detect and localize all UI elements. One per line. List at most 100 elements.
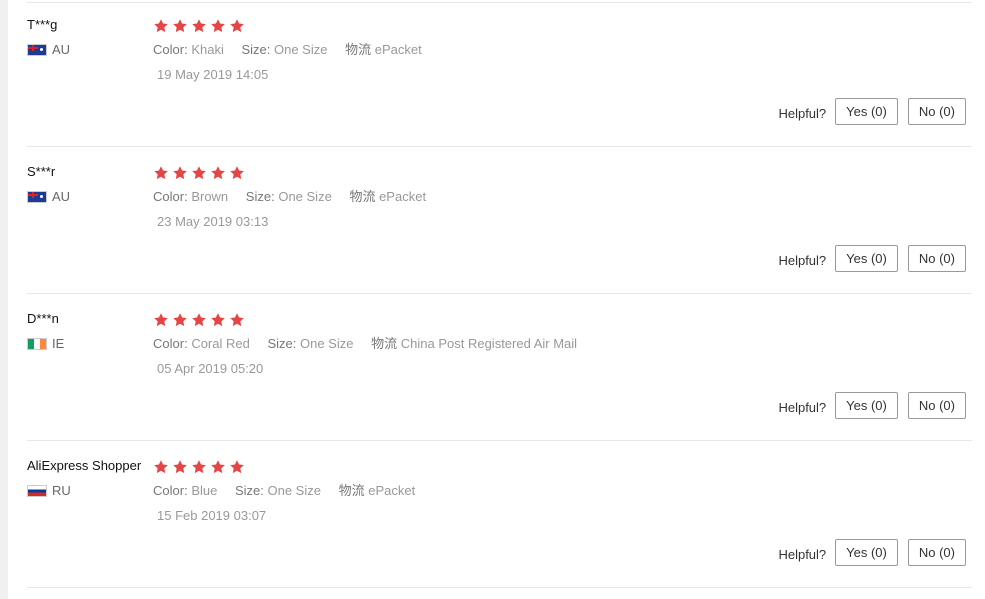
color-value: Brown: [191, 189, 229, 204]
size-key: Size:: [245, 189, 275, 204]
reviewer-country: RU: [27, 483, 152, 499]
size-key: Size:: [241, 42, 271, 57]
helpful-yes-button[interactable]: Yes (0): [835, 245, 898, 272]
review-content: Color: Khaki Size: One Size 物流 ePacket 1…: [153, 17, 953, 83]
review-item: S***r AU Color: Brown Size: One Size 物流 …: [27, 147, 972, 294]
star-icon: [229, 18, 247, 34]
helpful-no-button[interactable]: No (0): [907, 392, 966, 419]
reviewer-country: AU: [27, 42, 152, 58]
review-date: 15 Feb 2019 03:07: [157, 508, 267, 523]
review-item: T***g AU Color: Khaki Size: One Size 物流 …: [27, 0, 972, 147]
shipping-value: ePacket: [374, 42, 422, 57]
review-content: Color: Brown Size: One Size 物流 ePacket 2…: [153, 164, 953, 230]
ru-flag-icon: [27, 485, 47, 497]
reviewer-name: S***r: [27, 164, 56, 179]
star-icon: [229, 312, 247, 328]
star-icon: [210, 165, 228, 181]
helpful-controls: Helpful? Yes (0) No (0): [778, 245, 966, 272]
helpful-label: Helpful?: [778, 399, 827, 415]
color-key: Color:: [153, 336, 188, 351]
helpful-label: Helpful?: [778, 252, 827, 268]
size-key: Size:: [267, 336, 297, 351]
star-icon: [172, 165, 190, 181]
country-code: AU: [52, 189, 71, 204]
review-item: D***n IE Color: Coral Red Size: One Size…: [27, 294, 972, 441]
review-date: 05 Apr 2019 05:20: [157, 361, 264, 376]
reviewer-info: AliExpress Shopper RU: [27, 458, 152, 499]
color-key: Color:: [153, 189, 188, 204]
reviewer-info: D***n IE: [27, 311, 152, 352]
shipping-value: China Post Registered Air Mail: [400, 336, 578, 351]
star-icon: [191, 165, 209, 181]
helpful-controls: Helpful? Yes (0) No (0): [778, 539, 966, 566]
size-value: One Size: [267, 483, 321, 498]
shipping-value: ePacket: [368, 483, 416, 498]
star-icon: [191, 459, 209, 475]
au-flag-icon: [27, 191, 47, 203]
review-date: 19 May 2019 14:05: [157, 67, 269, 82]
color-value: Khaki: [191, 42, 224, 57]
review-content: Color: Blue Size: One Size 物流 ePacket 15…: [153, 458, 953, 524]
star-icon: [191, 312, 209, 328]
review-list: T***g AU Color: Khaki Size: One Size 物流 …: [27, 0, 972, 588]
star-rating: [153, 458, 953, 476]
reviewer-info: S***r AU: [27, 164, 152, 205]
order-attributes: Color: Blue Size: One Size 物流 ePacket: [153, 483, 953, 499]
review-item: AliExpress Shopper RU Color: Blue Size: …: [27, 441, 972, 588]
order-attributes: Color: Khaki Size: One Size 物流 ePacket: [153, 42, 953, 58]
country-code: RU: [52, 483, 71, 498]
helpful-yes-button[interactable]: Yes (0): [835, 539, 898, 566]
order-attributes: Color: Coral Red Size: One Size 物流 China…: [153, 336, 953, 352]
helpful-yes-button[interactable]: Yes (0): [835, 392, 898, 419]
reviewer-name: AliExpress Shopper: [27, 458, 142, 473]
order-attributes: Color: Brown Size: One Size 物流 ePacket: [153, 189, 953, 205]
star-icon: [172, 18, 190, 34]
star-icon: [210, 459, 228, 475]
star-icon: [153, 18, 171, 34]
reviewer-info: T***g AU: [27, 17, 152, 58]
helpful-controls: Helpful? Yes (0) No (0): [778, 392, 966, 419]
color-key: Color:: [153, 483, 188, 498]
star-icon: [172, 459, 190, 475]
shipping-key: 物流: [338, 483, 365, 498]
shipping-key: 物流: [371, 336, 398, 351]
shipping-value: ePacket: [379, 189, 427, 204]
color-key: Color:: [153, 42, 188, 57]
star-icon: [153, 312, 171, 328]
size-value: One Size: [278, 189, 332, 204]
helpful-label: Helpful?: [778, 546, 827, 562]
country-code: AU: [52, 42, 71, 57]
helpful-yes-button[interactable]: Yes (0): [835, 98, 898, 125]
color-value: Blue: [191, 483, 218, 498]
star-icon: [210, 312, 228, 328]
star-icon: [153, 165, 171, 181]
size-value: One Size: [274, 42, 328, 57]
helpful-no-button[interactable]: No (0): [907, 539, 966, 566]
size-value: One Size: [300, 336, 354, 351]
color-value: Coral Red: [191, 336, 250, 351]
star-icon: [172, 312, 190, 328]
reviewer-name: D***n: [27, 311, 59, 326]
reviewer-name: T***g: [27, 17, 58, 32]
helpful-controls: Helpful? Yes (0) No (0): [778, 98, 966, 125]
country-code: IE: [52, 336, 65, 351]
star-rating: [153, 17, 953, 35]
star-icon: [153, 459, 171, 475]
au-flag-icon: [27, 44, 47, 56]
helpful-no-button[interactable]: No (0): [907, 98, 966, 125]
left-sidebar-edge: [0, 0, 8, 599]
helpful-no-button[interactable]: No (0): [907, 245, 966, 272]
size-key: Size:: [234, 483, 264, 498]
helpful-label: Helpful?: [778, 105, 827, 121]
review-content: Color: Coral Red Size: One Size 物流 China…: [153, 311, 953, 377]
star-icon: [229, 459, 247, 475]
star-rating: [153, 164, 953, 182]
star-icon: [210, 18, 228, 34]
star-rating: [153, 311, 953, 329]
shipping-key: 物流: [345, 42, 372, 57]
shipping-key: 物流: [349, 189, 376, 204]
reviewer-country: AU: [27, 189, 152, 205]
ie-flag-icon: [27, 338, 47, 350]
reviewer-country: IE: [27, 336, 152, 352]
review-date: 23 May 2019 03:13: [157, 214, 269, 229]
